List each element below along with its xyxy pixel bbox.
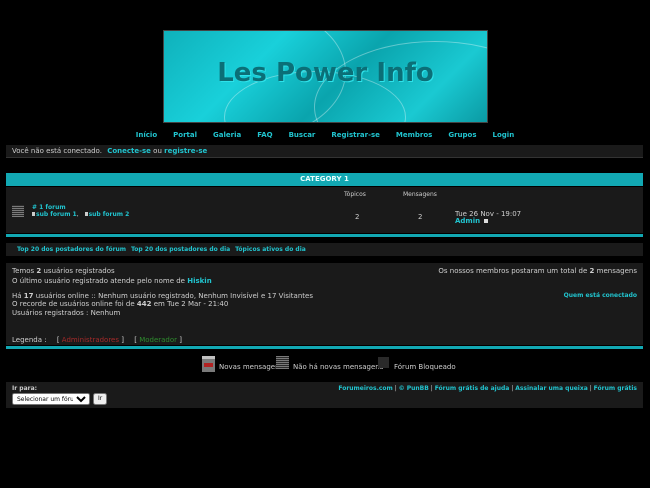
last-post-user-link[interactable]: Admin <box>455 217 480 225</box>
category-header[interactable]: CATEGORY 1 <box>6 173 643 186</box>
register-link[interactable]: registre-se <box>164 147 207 155</box>
record-post: em Tue 2 Mar - 21:40 <box>153 300 229 308</box>
new-posts-icon <box>202 356 215 372</box>
footer-link-forumeiros[interactable]: Forumeiros.com <box>338 385 392 392</box>
record-count: 442 <box>136 300 152 308</box>
legend-locked-text: Fórum Bloqueado <box>394 363 456 371</box>
total-posts-pre: Os nossos membros postaram um total de <box>438 267 588 275</box>
online-pre: Há <box>12 292 22 300</box>
category-footer-line <box>6 234 643 237</box>
forum-jump-select[interactable]: Selecionar um fórum <box>12 393 90 405</box>
nav-home[interactable]: Início <box>136 131 157 139</box>
legend-line: Legenda : [ Administradores ] [ Moderado… <box>12 336 182 344</box>
last-user-link[interactable]: Hiskin <box>187 277 211 285</box>
nav-portal[interactable]: Portal <box>173 131 197 139</box>
forum-folder-icon <box>12 205 24 217</box>
forum-table: Tópicos Mensagens # 1 forum sub forum 1,… <box>6 187 643 233</box>
nav-members[interactable]: Membros <box>396 131 432 139</box>
or-text: ou <box>153 147 162 155</box>
members-pre: Temos <box>12 267 35 275</box>
subforum-icon <box>84 212 88 216</box>
forum-topics-count: 2 <box>355 213 360 221</box>
last-user-text: O último usuário registrado atende pelo … <box>12 277 185 285</box>
nav-groups[interactable]: Grupos <box>448 131 476 139</box>
login-status-bar: Você não está conectado. Conecte-se ou r… <box>6 145 643 158</box>
members-count: 2 <box>36 267 42 275</box>
nav-register[interactable]: Registrar-se <box>331 131 380 139</box>
subforum-list: sub forum 1, sub forum 2 <box>32 211 129 218</box>
active-topics-link[interactable]: Tópicos ativos do dia <box>235 246 306 253</box>
online-count: 17 <box>23 292 34 300</box>
footer-link-free-forum[interactable]: Fórum grátis <box>594 385 637 392</box>
col-topics-header: Tópicos <box>344 191 366 198</box>
footer-link-help[interactable]: Fórum grátis de ajuda <box>435 385 510 392</box>
total-posts-count: 2 <box>589 267 595 275</box>
connect-link[interactable]: Conecte-se <box>107 147 151 155</box>
main-navbar: Início Portal Galeria FAQ Buscar Registrar-se… <box>0 131 650 139</box>
record-line: O recorde de usuários online foi de 442 … <box>12 300 228 308</box>
members-line: Temos 2 usuários registrados <box>12 267 115 275</box>
nav-login[interactable]: Login <box>493 131 515 139</box>
registered-online-line: Usuários registrados : Nenhum <box>12 309 121 317</box>
top-posters-bar: Top 20 dos postadores do fórum Top 20 do… <box>6 243 643 256</box>
locked-forum-icon <box>378 357 389 368</box>
subforum-separator: , <box>76 211 79 218</box>
subforum-icon <box>32 212 35 216</box>
legend-mod-link[interactable]: Moderador <box>139 336 177 344</box>
goto-label: Ir para: <box>12 385 38 392</box>
forum-link[interactable]: # 1 forum <box>32 204 66 211</box>
footer-links: Forumeiros.com | © PunBB | Fórum grátis … <box>338 385 637 392</box>
footer-link-report[interactable]: Assinalar uma queixa <box>515 385 588 392</box>
stats-panel: Temos 2 usuários registrados O último us… <box>6 263 643 345</box>
site-banner[interactable]: Les Power Info <box>163 30 488 123</box>
icon-legend: Novas mensagens Não há novas mensagens F… <box>0 355 650 373</box>
go-button[interactable]: Ir <box>93 393 108 405</box>
total-posts-post: mensagens <box>596 267 637 275</box>
members-post: usuários registrados <box>43 267 115 275</box>
online-line: Há 17 usuários online :: Nenhum usuário … <box>12 292 313 300</box>
online-post: usuários online :: Nenhum usuário regist… <box>35 292 313 300</box>
login-status: Você não está conectado. Conecte-se ou r… <box>12 147 207 155</box>
nav-gallery[interactable]: Galeria <box>213 131 241 139</box>
forum-posts-count: 2 <box>418 213 423 221</box>
total-posts-line: Os nossos membros postaram um total de 2… <box>438 267 637 275</box>
legend-label: Legenda : <box>12 336 47 344</box>
who-is-online-link[interactable]: Quem está conectado <box>564 292 637 299</box>
subforum-link-2[interactable]: sub forum 2 <box>89 211 130 218</box>
top20-day-link[interactable]: Top 20 dos postadores do dia <box>131 246 230 253</box>
last-post-author: Admin <box>455 217 489 225</box>
subforum-link-1[interactable]: sub forum 1 <box>36 211 77 218</box>
record-pre: O recorde de usuários online foi de <box>12 300 135 308</box>
no-new-posts-icon <box>276 356 289 369</box>
stats-footer-line <box>6 346 643 349</box>
login-status-text: Você não está conectado. <box>12 147 102 155</box>
legend-new-text: Novas mensagens <box>219 363 284 371</box>
legend-admin-link[interactable]: Administradores <box>62 336 119 344</box>
top20-forum-link[interactable]: Top 20 dos postadores do fórum <box>17 246 126 253</box>
nav-search[interactable]: Buscar <box>289 131 316 139</box>
banner-title: Les Power Info <box>217 58 434 88</box>
legend-nonew-text: Não há novas mensagens <box>293 363 384 371</box>
footer-link-punbb[interactable]: © PunBB <box>399 385 429 392</box>
goto-last-post-icon[interactable] <box>484 219 489 223</box>
forum-footer: Ir para: Selecionar um fórum Ir Forumeir… <box>6 382 643 408</box>
last-user-line: O último usuário registrado atende pelo … <box>12 277 212 285</box>
nav-faq[interactable]: FAQ <box>257 131 272 139</box>
col-posts-header: Mensagens <box>403 191 437 198</box>
